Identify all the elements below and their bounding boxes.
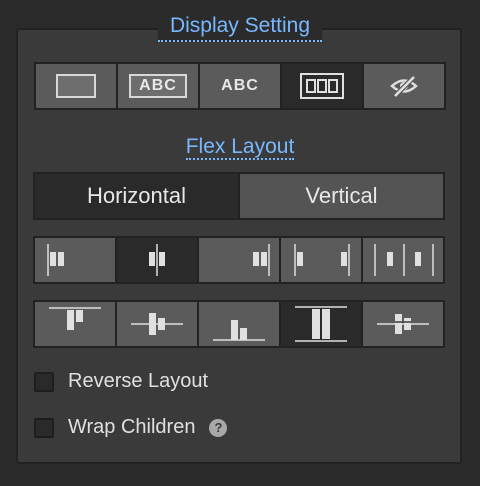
align-baseline-icon — [377, 314, 429, 334]
flex-direction-selector: Horizontal Vertical — [33, 172, 445, 220]
display-inline-button[interactable]: ABC — [200, 64, 280, 108]
align-top-icon — [49, 307, 101, 330]
display-block-button[interactable] — [36, 64, 116, 108]
justify-content-selector — [33, 236, 445, 284]
eye-hidden-icon — [390, 75, 418, 97]
direction-vertical-button[interactable]: Vertical — [240, 174, 443, 218]
justify-center-icon — [149, 244, 165, 276]
justify-end-icon — [253, 244, 270, 276]
align-bottom-icon — [213, 320, 265, 341]
align-items-selector — [33, 300, 445, 348]
align-baseline-button[interactable] — [363, 302, 443, 346]
display-setting-title[interactable]: Display Setting — [157, 12, 323, 42]
flex-layout-title[interactable]: Flex Layout — [185, 135, 295, 160]
display-none-button[interactable] — [364, 64, 444, 108]
justify-space-between-icon — [294, 244, 350, 276]
justify-space-around-button[interactable] — [363, 238, 443, 282]
justify-start-icon — [47, 244, 64, 276]
wrap-children-checkbox[interactable] — [34, 417, 54, 438]
inline-block-icon: ABC — [129, 74, 187, 98]
justify-space-around-icon — [374, 244, 434, 276]
display-mode-selector: ABC ABC — [34, 62, 446, 110]
display-flex-button[interactable] — [282, 64, 362, 108]
inline-icon-label: ABC — [221, 77, 259, 94]
reverse-layout-row: Reverse Layout — [34, 370, 208, 393]
inline-block-icon-label: ABC — [139, 77, 177, 94]
justify-center-button[interactable] — [117, 238, 197, 282]
wrap-children-label[interactable]: Wrap Children — [68, 416, 195, 439]
align-center-icon — [131, 313, 183, 335]
reverse-layout-checkbox[interactable] — [34, 371, 54, 392]
reverse-layout-label[interactable]: Reverse Layout — [68, 370, 208, 393]
flex-layout-header: Flex Layout — [0, 134, 480, 160]
flex-icon — [300, 73, 344, 99]
block-icon — [56, 74, 96, 98]
align-stretch-icon — [295, 306, 347, 342]
align-center-button[interactable] — [117, 302, 197, 346]
help-icon[interactable]: ? — [209, 418, 228, 437]
display-setting-header: Display Setting — [0, 12, 480, 42]
justify-end-button[interactable] — [199, 238, 279, 282]
align-stretch-button[interactable] — [281, 302, 361, 346]
justify-start-button[interactable] — [35, 238, 115, 282]
wrap-children-row: Wrap Children ? — [34, 416, 228, 439]
align-bottom-button[interactable] — [199, 302, 279, 346]
justify-space-between-button[interactable] — [281, 238, 361, 282]
direction-horizontal-button[interactable]: Horizontal — [35, 174, 238, 218]
align-top-button[interactable] — [35, 302, 115, 346]
display-inline-block-button[interactable]: ABC — [118, 64, 198, 108]
